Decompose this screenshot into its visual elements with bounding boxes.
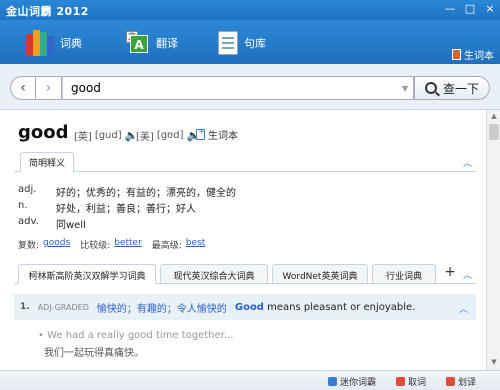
part-of-speech: n. [18,200,28,211]
superlative-label: 最高级: [151,241,182,251]
nav-translate-label: 翻译 [156,37,178,50]
select-icon [446,377,455,386]
scroll-up-icon[interactable]: ▲ [489,112,499,122]
sense-english: Good means pleasant or enjoyable. [235,302,416,313]
history-dropdown-icon[interactable]: ▼ [402,84,408,93]
maximize-button[interactable]: □ [464,2,476,16]
vertical-scrollbar[interactable]: ▲ ▼ [486,110,500,370]
sense-english-rest: means pleasant or enjoyable. [263,301,416,313]
search-input[interactable] [62,76,414,100]
sense-grammar-tag: ADJ-GRADED [37,302,89,312]
fetch-word-toggle[interactable]: 取词 [396,375,426,388]
add-tab-icon[interactable]: + [444,264,456,280]
sense-number: 1. [20,302,30,312]
example-chinese: 我们一起玩得真痛快。 [44,348,144,359]
us-pronunciation: [美] [gʊd] 🔈 [136,128,200,143]
window-title: 金山词霸 2012 [6,5,89,18]
title-bar: 金山词霸 2012 — □ × [0,0,500,20]
example-english: • We had a really good time together... [38,330,234,341]
sense-headword: Good [234,301,264,313]
definition-text: 同well [56,220,86,231]
select-translate-toggle[interactable]: 划译 [446,375,476,388]
fetch-icon [396,377,405,386]
books-icon [26,30,54,56]
nav-sentences[interactable]: 句库 [218,28,266,58]
definition-row: n. 好处，利益；善良；善行；好人 [18,200,196,215]
uk-pronunciation: [英] [gud] 🔈 [74,128,138,143]
search-button-label: 查一下 [442,81,479,96]
sense-chinese: 愉快的；有趣的；令人愉快的 [96,303,227,315]
us-phonetic: [gʊd] [156,130,184,141]
status-bar: 迷你词霸 取词 划译 [0,370,500,390]
dictionary-tab-row: 柯林斯高阶英汉双解学习词典 现代英汉综合大词典 WordNet英英词典 行业词典… [14,262,476,284]
tab-industry[interactable]: 行业词典 [372,264,436,284]
tab-collins[interactable]: 柯林斯高阶英汉双解学习词典 [18,264,156,284]
result-panel: good [英] [gud] 🔈 [美] [gʊd] 🔈 生词本 简明释义 ︿ … [0,110,486,370]
mini-icon [328,377,337,386]
comparative-label: 比较级: [80,241,111,251]
add-wordbook-icon [196,127,206,140]
uk-phonetic: [gud] [94,130,122,141]
wordbook-icon [452,49,461,60]
scroll-down-icon[interactable]: ▼ [489,358,499,368]
plural-link[interactable]: goods [43,238,70,251]
tab-basic-definition[interactable]: 简明释义 [20,152,75,173]
headword: good [18,122,69,143]
nav-dictionary-label: 词典 [60,37,82,50]
definition-row: adj. 好的；优秀的；有益的；漂亮的，健全的 [18,184,236,199]
tab-modern-dictionary[interactable]: 现代英汉综合大词典 [160,264,268,284]
example-english-text: We had a really good time together... [47,330,234,341]
translate-icon: 文A [126,31,150,55]
close-button[interactable]: × [484,2,496,16]
mini-label: 迷你词霸 [340,378,377,388]
superlative-link[interactable]: best [186,238,205,251]
add-to-wordbook-button[interactable]: 生词本 [196,127,238,142]
document-icon [218,31,238,55]
basic-tab-row: 简明释义 ︿ [14,152,476,173]
part-of-speech: adj. [18,184,37,195]
collapse-sense-icon[interactable]: ︿ [459,302,468,315]
definition-row: adv. 同well [18,216,86,231]
back-button[interactable]: ‹ [10,76,36,100]
search-bar: ‹ › ▼ 查一下 [0,64,500,110]
forward-button[interactable]: › [36,76,62,100]
collapse-dict-icon[interactable]: ︿ [463,268,472,281]
nav-dictionary[interactable]: 词典 [26,28,82,58]
collapse-basic-icon[interactable]: ︿ [463,156,472,169]
nav-sentences-label: 句库 [244,37,266,50]
tab-wordnet[interactable]: WordNet英英词典 [272,264,368,284]
scroll-thumb[interactable] [489,124,499,140]
search-icon [424,82,437,94]
minimize-button[interactable]: — [444,2,456,16]
word-forms: 复数: goods 比较级: better 最高级: best [18,238,211,251]
add-wordbook-label: 生词本 [208,131,238,142]
main-nav: 词典 文A 翻译 句库 生词本 [0,20,500,64]
definition-text: 好的；优秀的；有益的；漂亮的，健全的 [56,188,236,199]
uk-label: [英] [74,132,92,143]
wordbook-label: 生词本 [464,51,494,62]
part-of-speech: adv. [18,216,39,227]
search-button[interactable]: 查一下 [414,76,490,100]
collins-sense: 1. ADJ-GRADED 愉快的；有趣的；令人愉快的 Good means p… [14,294,476,320]
definition-text: 好处，利益；善良；善行；好人 [56,204,196,215]
plural-label: 复数: [18,241,40,251]
mini-dictionary-button[interactable]: 迷你词霸 [328,375,376,388]
select-label: 划译 [458,378,477,388]
wordbook-button[interactable]: 生词本 [452,47,494,62]
comparative-link[interactable]: better [114,238,142,251]
nav-translate[interactable]: 文A 翻译 [126,28,178,58]
us-label: [美] [136,132,154,143]
fetch-label: 取词 [408,378,427,388]
